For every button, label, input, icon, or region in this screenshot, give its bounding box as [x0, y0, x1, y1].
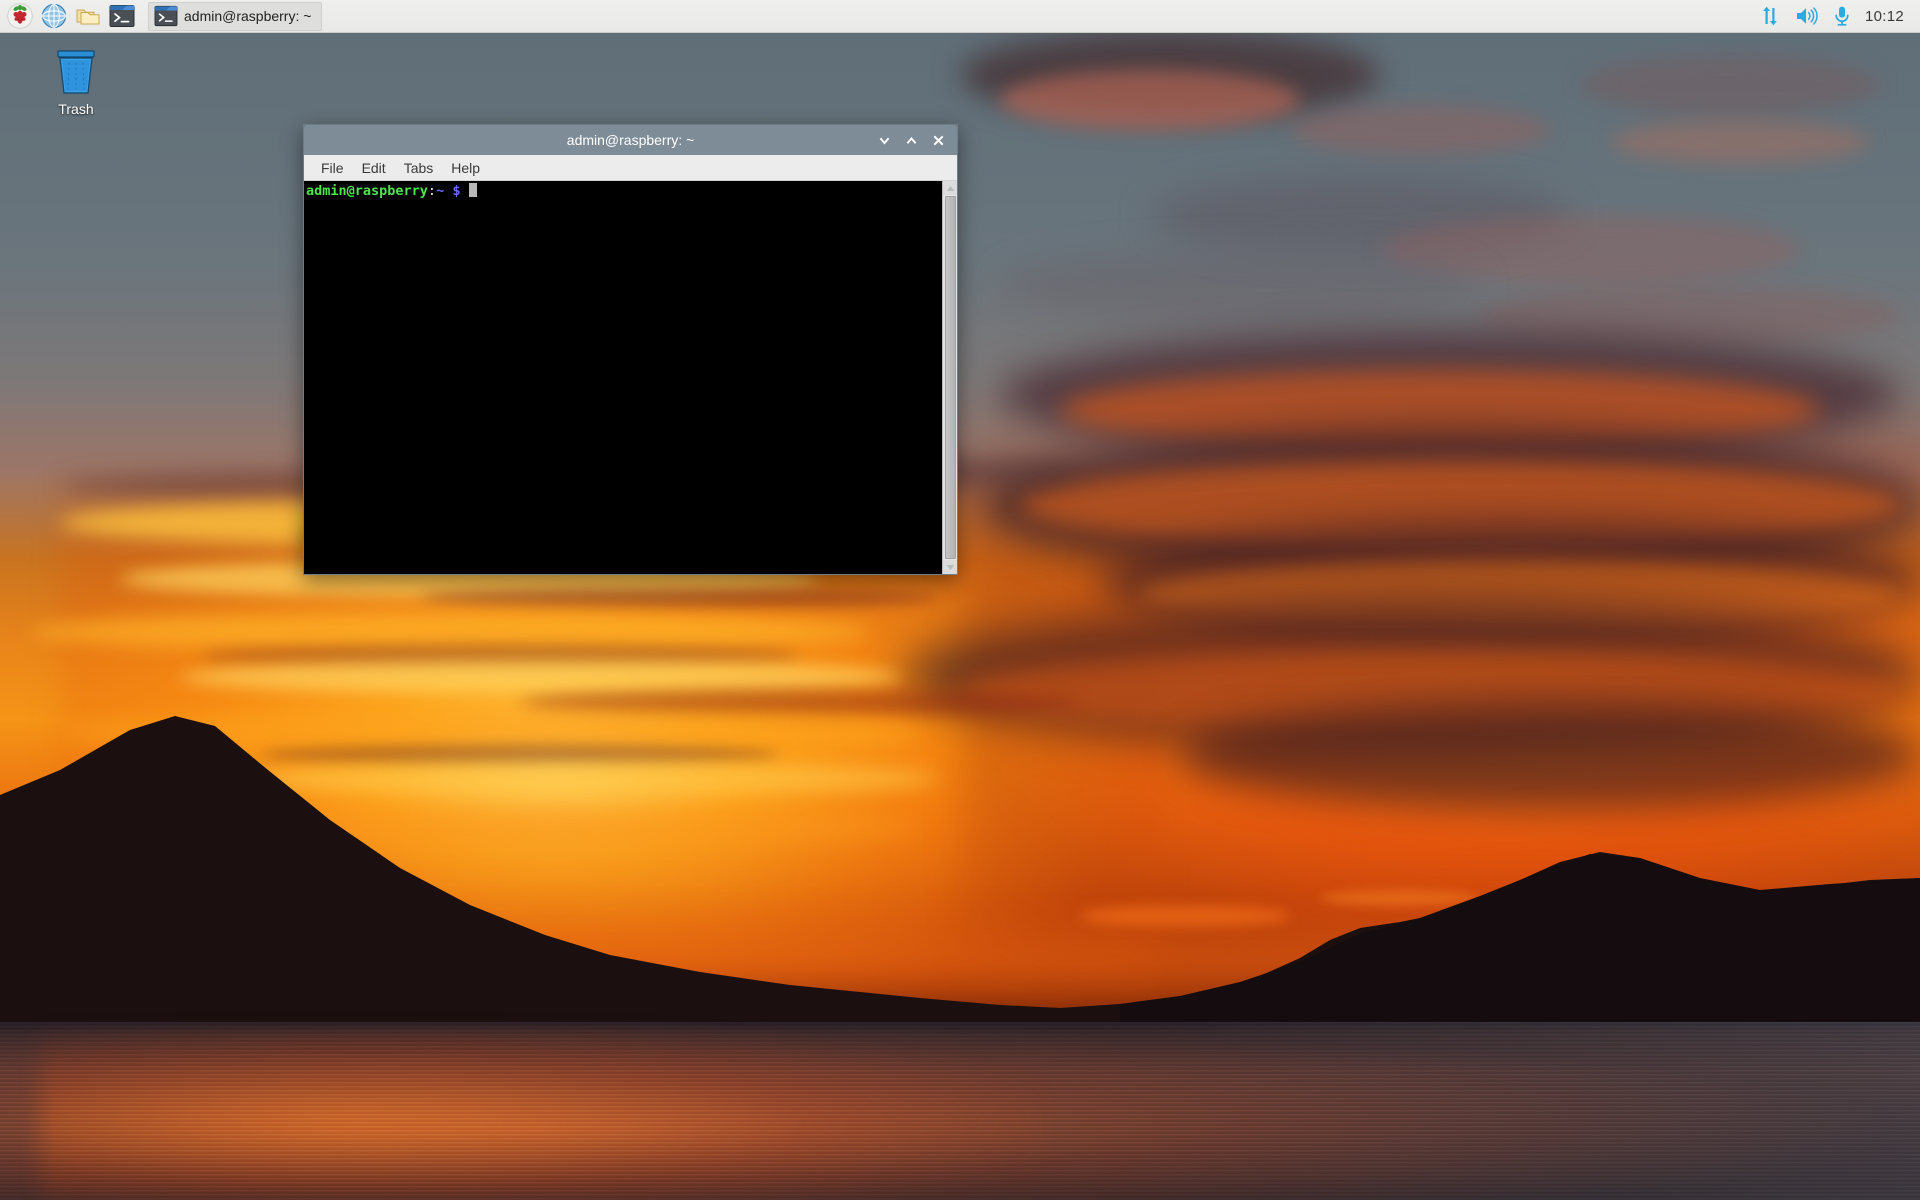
tray-network[interactable]	[1759, 5, 1781, 27]
scrollbar-track[interactable]	[943, 195, 958, 560]
wallpaper-cloud	[1290, 105, 1550, 155]
minimize-button[interactable]	[877, 133, 891, 147]
scrollbar-up-button[interactable]	[943, 181, 958, 195]
web-browser-icon	[41, 3, 67, 29]
tray-volume[interactable]	[1795, 5, 1819, 27]
wallpaper-mountains	[0, 700, 1920, 1030]
menu-item-file[interactable]: File	[312, 157, 353, 179]
terminal-scrollbar[interactable]	[942, 181, 957, 574]
wallpaper-cloud	[180, 660, 900, 694]
launcher-terminal[interactable]	[106, 1, 138, 31]
terminal-output[interactable]: admin@raspberry:~ $	[304, 181, 942, 574]
file-manager-icon	[75, 3, 101, 29]
terminal-titlebar[interactable]: admin@raspberry: ~	[304, 125, 957, 155]
terminal-title: admin@raspberry: ~	[304, 132, 957, 148]
taskbar[interactable]: admin@raspberry: ~	[0, 0, 1920, 33]
taskbar-launchers	[0, 1, 138, 31]
prompt-colon: :	[428, 183, 436, 199]
tray-microphone[interactable]	[1833, 5, 1851, 27]
volume-icon	[1795, 5, 1819, 27]
launcher-web-browser[interactable]	[38, 1, 70, 31]
chevron-down-icon	[878, 134, 891, 147]
wallpaper-cloud	[1000, 70, 1300, 130]
taskbar-clock[interactable]: 10:12	[1865, 8, 1904, 25]
terminal-menubar[interactable]: File Edit Tabs Help	[304, 155, 957, 181]
prompt-path: ~	[436, 183, 444, 199]
desktop-icon-trash[interactable]: Trash	[28, 48, 124, 118]
desktop-wallpaper[interactable]	[0, 0, 1920, 1200]
terminal-icon	[109, 4, 135, 28]
desktop-icon-label: Trash	[54, 100, 97, 118]
triangle-down-icon	[946, 564, 955, 571]
wallpaper-cloud	[1580, 55, 1880, 115]
menu-item-help[interactable]: Help	[442, 157, 489, 179]
launcher-file-manager[interactable]	[72, 1, 104, 31]
close-button[interactable]	[931, 133, 945, 147]
network-icon	[1759, 5, 1781, 27]
chevron-up-icon	[905, 134, 918, 147]
close-icon	[932, 134, 945, 147]
terminal-cursor	[469, 183, 477, 197]
taskbar-task-label: admin@raspberry: ~	[184, 8, 311, 24]
prompt-symbol: $	[452, 183, 460, 199]
terminal-window[interactable]: admin@raspberry: ~ File Edit Tabs Help	[303, 124, 958, 575]
maximize-button[interactable]	[904, 133, 918, 147]
system-tray: 10:12	[1759, 5, 1920, 27]
microphone-icon	[1833, 5, 1851, 27]
taskbar-task-button[interactable]: admin@raspberry: ~	[148, 2, 322, 31]
wallpaper-cloud	[1610, 120, 1870, 164]
menu-item-tabs[interactable]: Tabs	[395, 157, 443, 179]
triangle-up-icon	[946, 185, 955, 192]
wallpaper-water-ripples	[0, 1022, 1920, 1200]
trash-icon	[53, 48, 99, 96]
launcher-raspberry-menu[interactable]	[4, 1, 36, 31]
wallpaper-cloud	[1000, 250, 1480, 320]
wallpaper-cloud	[420, 588, 940, 608]
raspberry-menu-icon	[7, 3, 33, 29]
scrollbar-down-button[interactable]	[943, 560, 958, 574]
scrollbar-thumb[interactable]	[945, 196, 956, 559]
prompt-user-host: admin@raspberry	[306, 183, 428, 199]
menu-item-edit[interactable]: Edit	[353, 157, 395, 179]
terminal-body[interactable]: admin@raspberry:~ $	[304, 181, 957, 574]
terminal-icon	[154, 5, 178, 27]
